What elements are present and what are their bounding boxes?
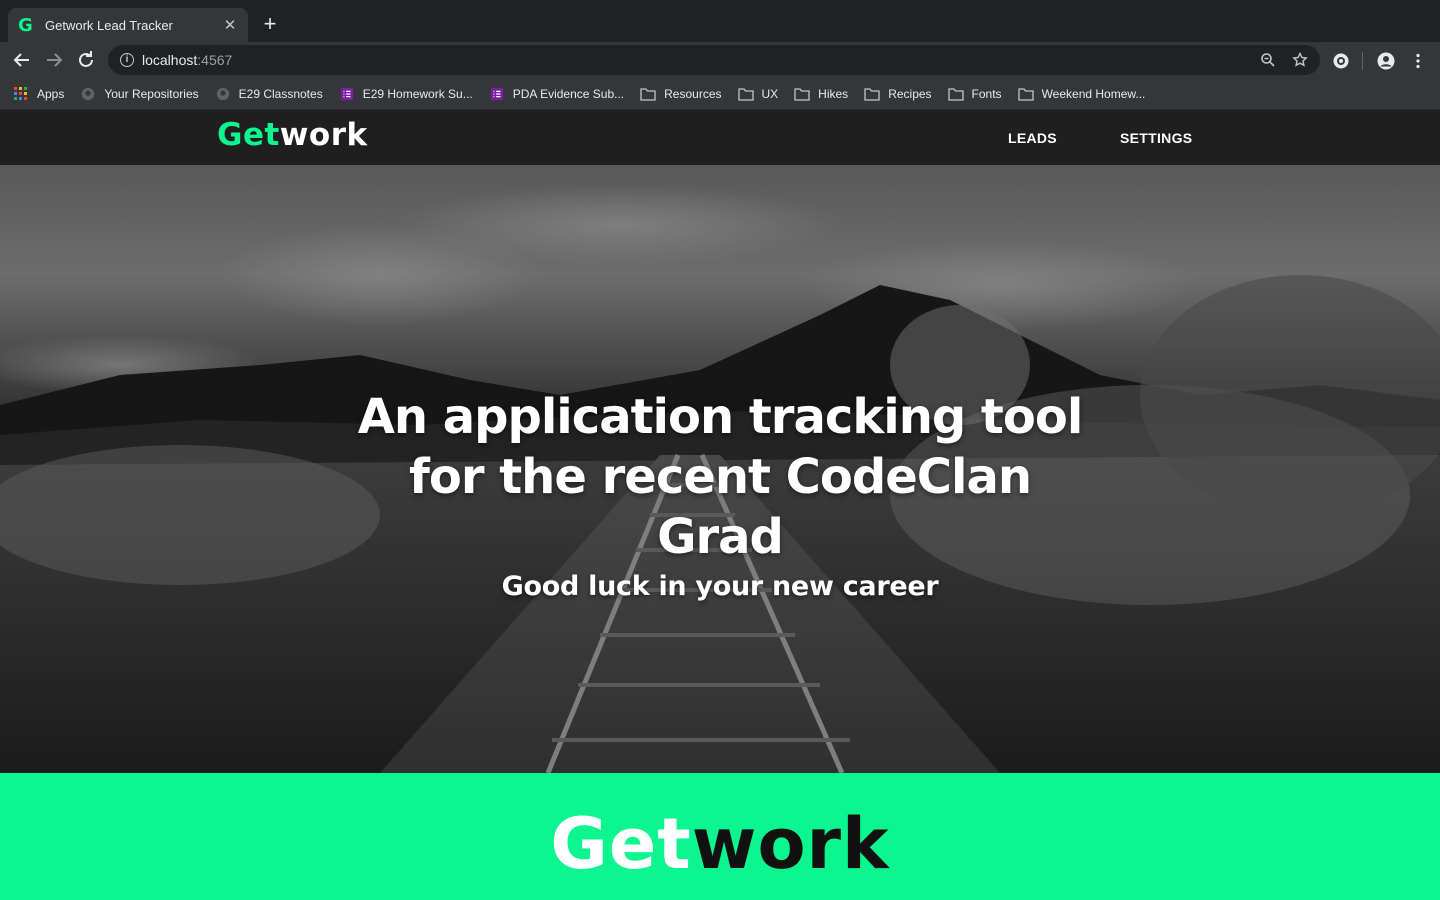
- bookmarks-bar: Apps Your Repositories E29 Classnotes E2…: [0, 78, 1440, 110]
- logo-work: work: [279, 117, 368, 153]
- browser-toolbar: i localhost:4567: [0, 42, 1440, 78]
- bookmark-folder-recipes[interactable]: Recipes: [864, 86, 932, 101]
- forward-arrow-icon[interactable]: [42, 48, 66, 72]
- logo-get: Get: [217, 117, 280, 153]
- bookmark-label: Recipes: [888, 86, 932, 101]
- bookmark-your-repositories[interactable]: Your Repositories: [80, 86, 199, 101]
- folder-icon: [864, 87, 880, 101]
- github-icon: [82, 87, 95, 100]
- bookmark-star-icon[interactable]: [1292, 52, 1308, 68]
- site-header: Getwork LEADS SETTINGS: [0, 110, 1440, 165]
- back-arrow-icon[interactable]: [10, 48, 34, 72]
- folder-icon: [737, 87, 754, 101]
- bookmark-folder-fonts[interactable]: Fonts: [947, 86, 1002, 101]
- menu-kebab-icon[interactable]: [1409, 52, 1427, 70]
- new-tab-button[interactable]: +: [258, 12, 282, 36]
- folder-icon: [947, 87, 964, 101]
- folder-icon: [640, 87, 656, 101]
- form-list-icon: [340, 87, 353, 100]
- bookmark-label: PDA Evidence Sub...: [512, 86, 625, 101]
- zoom-icon[interactable]: [1260, 52, 1276, 68]
- browser-tab-strip: G Getwork Lead Tracker ✕ +: [0, 0, 1440, 42]
- hero-headline: An application tracking tool for the rec…: [357, 389, 1084, 565]
- close-tab-icon[interactable]: ✕: [222, 16, 238, 34]
- bookmark-folder-resources[interactable]: Resources: [640, 86, 722, 101]
- toolbar-divider: [1362, 52, 1363, 70]
- github-icon: [216, 87, 229, 100]
- folder-icon: [794, 87, 810, 101]
- site-logo[interactable]: Getwork: [217, 117, 368, 153]
- reload-icon[interactable]: [74, 48, 98, 72]
- apps-grid-icon: [14, 87, 27, 100]
- big-logo-work: work: [691, 803, 890, 885]
- nav-leads-link[interactable]: LEADS: [1008, 130, 1057, 146]
- url-port: :4567: [197, 52, 233, 68]
- url-host: localhost: [142, 52, 198, 68]
- bookmark-label: Fonts: [971, 86, 1002, 101]
- big-logo-get: Get: [550, 803, 692, 885]
- hero-section: An application tracking tool for the rec…: [0, 165, 1440, 773]
- bookmark-folder-ux[interactable]: UX: [737, 86, 779, 101]
- bookmark-label: Resources: [664, 86, 722, 101]
- brand-band: Getwork: [0, 773, 1440, 900]
- address-bar[interactable]: i localhost:4567: [108, 45, 1320, 75]
- browser-tab[interactable]: G Getwork Lead Tracker ✕: [8, 8, 248, 42]
- bookmark-folder-weekend-homework[interactable]: Weekend Homew...: [1017, 86, 1146, 101]
- tab-title: Getwork Lead Tracker: [45, 17, 173, 33]
- bookmark-label: E29 Classnotes: [238, 86, 323, 101]
- bookmark-label: E29 Homework Su...: [362, 86, 473, 101]
- bookmark-apps[interactable]: Apps: [14, 87, 64, 101]
- bookmark-label: Apps: [37, 86, 65, 101]
- bookmark-e29-homework[interactable]: E29 Homework Su...: [339, 87, 473, 101]
- profile-avatar-icon[interactable]: [1377, 52, 1395, 70]
- nav-settings-link[interactable]: SETTINGS: [1120, 130, 1192, 146]
- bookmark-label: Weekend Homew...: [1041, 86, 1146, 101]
- bookmark-label: Your Repositories: [104, 86, 199, 101]
- extension-icon[interactable]: [1332, 52, 1350, 70]
- bookmark-e29-classnotes[interactable]: E29 Classnotes: [215, 87, 323, 101]
- bookmark-folder-hikes[interactable]: Hikes: [794, 87, 848, 101]
- form-list-icon: [490, 87, 503, 100]
- bookmark-pda-evidence[interactable]: PDA Evidence Sub...: [489, 87, 624, 101]
- getwork-favicon-icon: G: [18, 14, 33, 36]
- bookmark-label: UX: [761, 86, 779, 101]
- bookmark-label: Hikes: [818, 86, 849, 101]
- hero-subheadline: Good luck in your new career: [501, 571, 939, 602]
- big-logo: Getwork: [0, 803, 1440, 885]
- site-info-icon[interactable]: i: [120, 53, 134, 67]
- folder-icon: [1017, 87, 1034, 101]
